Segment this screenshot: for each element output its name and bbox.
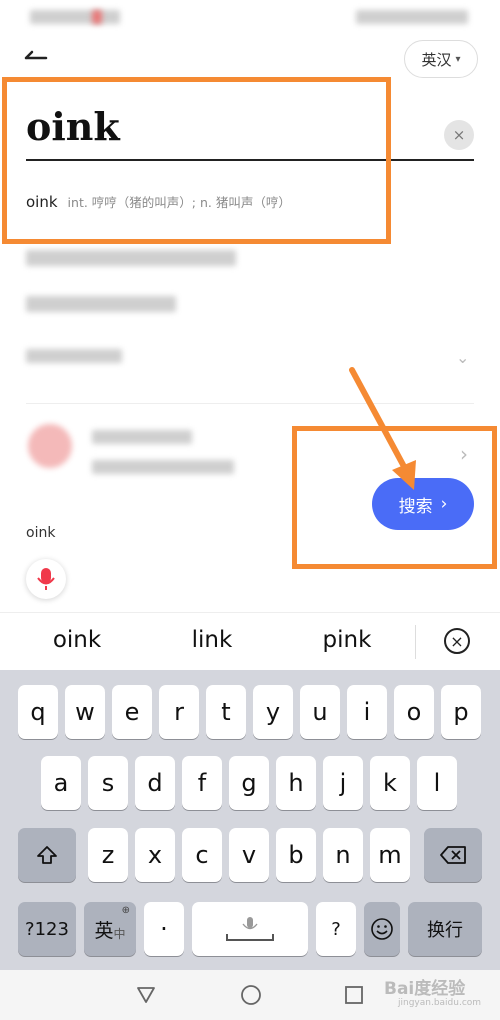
watermark-sub: jingyan.baidu.com — [398, 998, 482, 1008]
space-key[interactable] — [192, 902, 308, 956]
key[interactable]: i — [347, 685, 387, 739]
key[interactable]: n — [323, 828, 363, 882]
shift-key[interactable] — [18, 828, 76, 882]
candidate-word[interactable]: pink — [287, 627, 407, 653]
microphone-space-icon — [226, 917, 274, 941]
key[interactable]: w — [65, 685, 105, 739]
globe-icon: ⊕ — [121, 905, 130, 916]
blurred-row — [92, 430, 192, 444]
backspace-icon — [440, 846, 466, 864]
key[interactable]: c — [182, 828, 222, 882]
emoji-icon — [371, 918, 393, 940]
key[interactable]: o — [394, 685, 434, 739]
recents-square-icon[interactable] — [344, 985, 364, 1005]
candidate-divider — [415, 625, 416, 659]
key[interactable]: k — [370, 756, 410, 810]
language-key-sub: 中 — [113, 926, 126, 941]
candidate-word[interactable]: oink — [17, 627, 137, 653]
microphone-icon[interactable] — [26, 559, 66, 599]
candidate-word[interactable]: link — [152, 627, 272, 653]
key[interactable]: j — [323, 756, 363, 810]
enter-key[interactable]: 换行 — [408, 902, 482, 956]
clear-icon[interactable]: × — [444, 120, 474, 150]
key[interactable]: d — [135, 756, 175, 810]
shift-icon — [37, 846, 57, 864]
candidate-bar: oink link pink × — [0, 612, 500, 670]
delete-key[interactable] — [424, 828, 482, 882]
key[interactable]: f — [182, 756, 222, 810]
question-key[interactable]: ? — [316, 902, 356, 956]
status-left-blur — [30, 10, 120, 24]
key[interactable]: g — [229, 756, 269, 810]
key[interactable]: t — [206, 685, 246, 739]
key[interactable]: b — [276, 828, 316, 882]
annotation-box-word — [2, 77, 391, 244]
blurred-row — [26, 296, 176, 312]
language-selector[interactable]: 英汉 ▾ — [404, 40, 478, 78]
blurred-row — [26, 250, 236, 266]
language-switch-key[interactable]: 英 中 ⊕ — [84, 902, 136, 956]
caret-down-icon: ▾ — [455, 53, 461, 65]
chevron-down-icon[interactable]: ⌄ — [456, 348, 469, 367]
numbers-key[interactable]: ?123 — [18, 902, 76, 956]
key[interactable]: m — [370, 828, 410, 882]
key[interactable]: v — [229, 828, 269, 882]
status-bar — [0, 0, 500, 32]
key[interactable]: e — [112, 685, 152, 739]
key[interactable]: u — [300, 685, 340, 739]
key[interactable]: s — [88, 756, 128, 810]
key[interactable]: r — [159, 685, 199, 739]
dot-key[interactable]: · — [144, 902, 184, 956]
watermark: Bai度经验 — [384, 979, 466, 999]
back-arrow-icon[interactable] — [22, 44, 52, 68]
keyboard: q w e r t y u i o p a s d f g h j k l z … — [0, 670, 500, 970]
blurred-row — [92, 460, 234, 474]
key[interactable]: z — [88, 828, 128, 882]
blurred-avatar — [28, 424, 72, 468]
divider — [26, 403, 474, 404]
language-label: 英汉 — [421, 50, 452, 69]
close-candidates-icon[interactable]: × — [444, 628, 470, 654]
key[interactable]: l — [417, 756, 457, 810]
key[interactable]: h — [276, 756, 316, 810]
key[interactable]: p — [441, 685, 481, 739]
language-key-label: 英 — [94, 919, 114, 942]
status-dot-blur — [92, 10, 102, 24]
back-triangle-icon[interactable] — [136, 985, 156, 1005]
home-circle-icon[interactable] — [240, 984, 262, 1006]
key[interactable]: a — [41, 756, 81, 810]
key[interactable]: y — [253, 685, 293, 739]
history-word[interactable]: oink — [26, 525, 55, 541]
key[interactable]: x — [135, 828, 175, 882]
key[interactable]: q — [18, 685, 58, 739]
status-right-blur — [356, 10, 468, 24]
emoji-key[interactable] — [364, 902, 400, 956]
annotation-box-search — [292, 426, 497, 569]
blurred-row — [26, 349, 122, 363]
